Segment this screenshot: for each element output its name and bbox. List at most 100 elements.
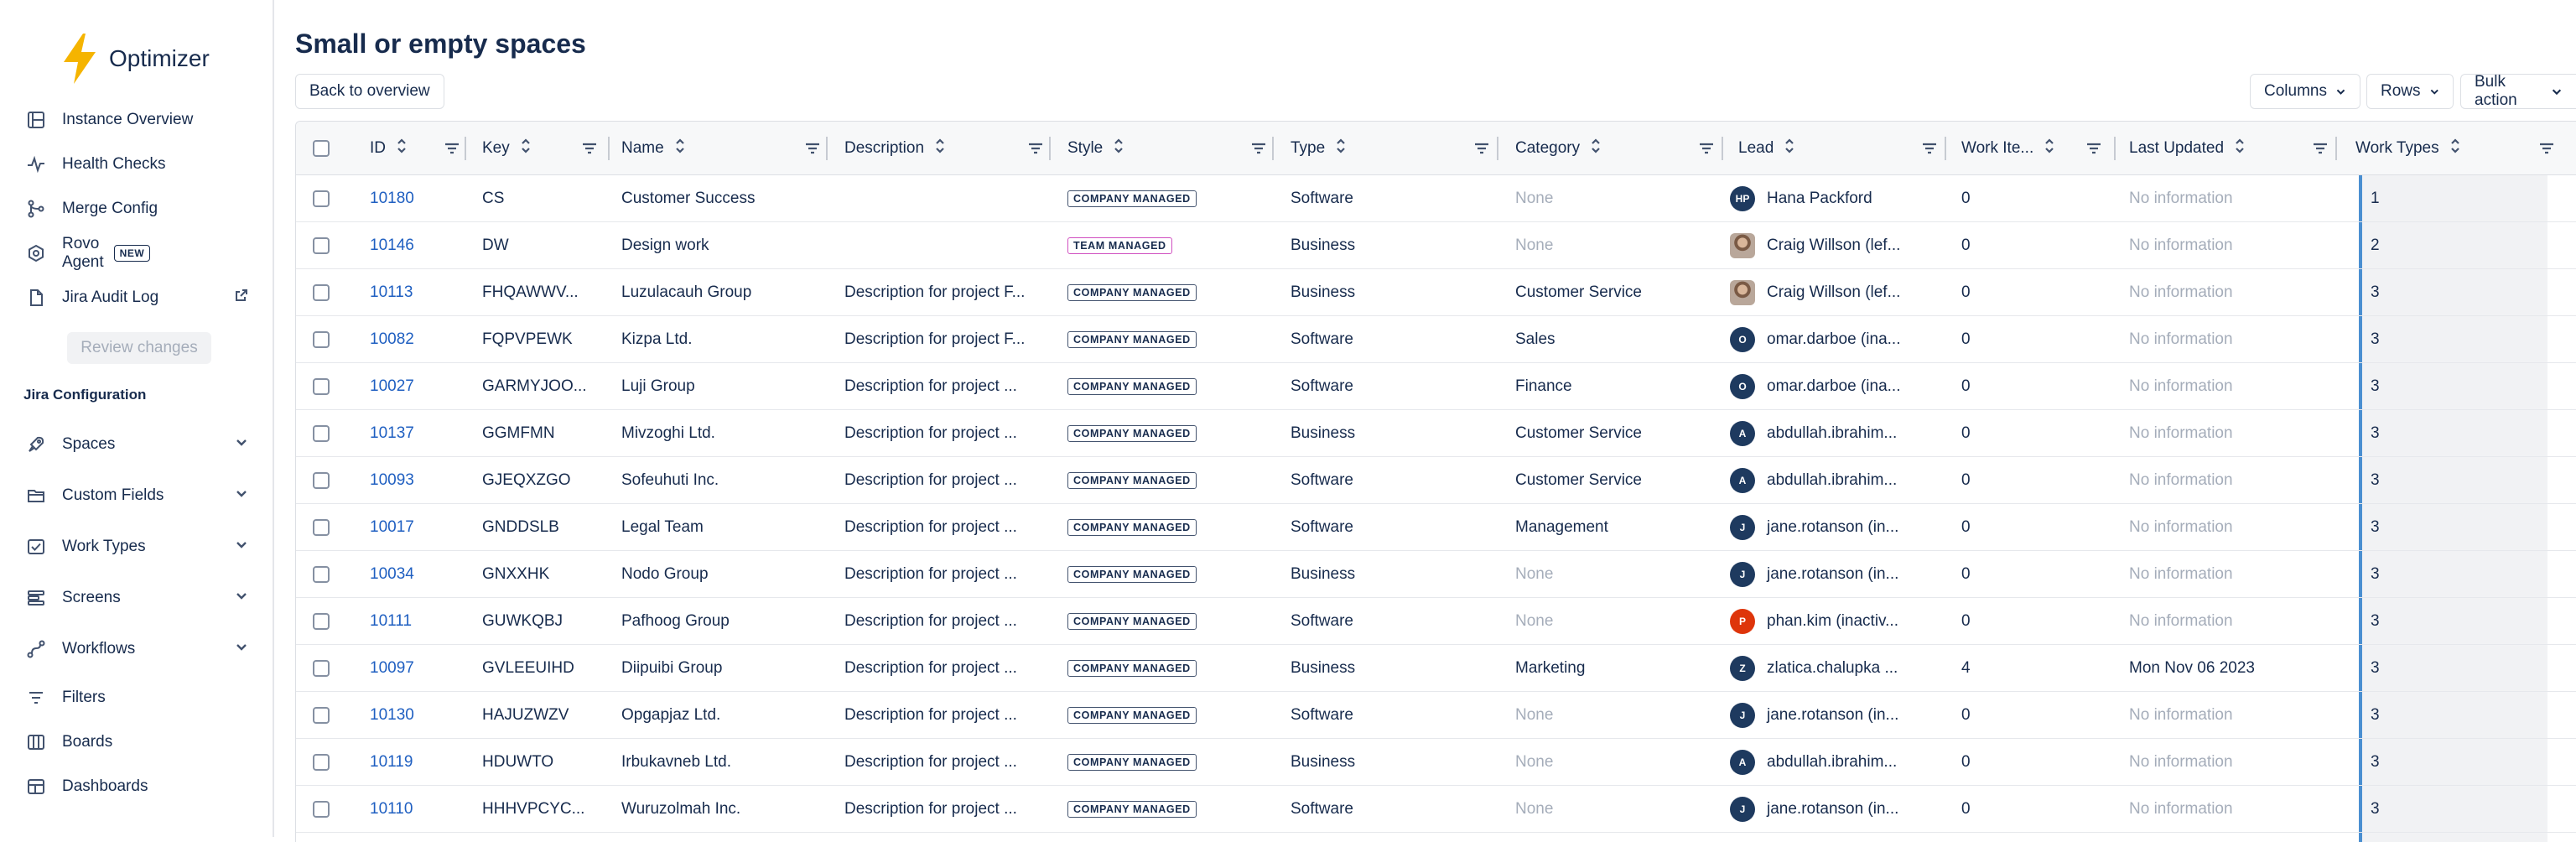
table-row[interactable]: 10180 CS Customer Success COMPANY MANAGE… bbox=[296, 175, 2576, 222]
rows-button[interactable]: Rows bbox=[2366, 74, 2454, 109]
column-separator[interactable] bbox=[1049, 137, 1051, 160]
table-row[interactable]: 10097 GVLEEUIHD Diipuibi Group Descripti… bbox=[296, 645, 2576, 692]
filter-icon[interactable] bbox=[2312, 140, 2329, 162]
table-row[interactable]: 10113 FHQAWWV... Luzulacauh Group Descri… bbox=[296, 269, 2576, 316]
column-header-lead[interactable]: Lead bbox=[1738, 122, 1948, 175]
sidebar-item-instance-overview[interactable]: Instance Overview bbox=[0, 97, 273, 142]
column-header-category[interactable]: Category bbox=[1515, 122, 1725, 175]
sidebar-item-custom-fields[interactable]: Custom Fields bbox=[0, 470, 273, 521]
sort-icon[interactable] bbox=[386, 138, 408, 159]
column-header-style[interactable]: Style bbox=[1067, 122, 1277, 175]
sort-icon[interactable] bbox=[664, 138, 686, 159]
table-row[interactable]: 10017 GNDDSLB Legal Team Description for… bbox=[296, 504, 2576, 551]
space-id-link[interactable]: 10082 bbox=[370, 316, 470, 363]
brand-logo[interactable]: Optimizer bbox=[60, 34, 210, 84]
space-id-link[interactable]: 10111 bbox=[370, 598, 470, 645]
filter-icon[interactable] bbox=[804, 140, 821, 162]
row-checkbox[interactable] bbox=[313, 519, 330, 536]
filter-icon[interactable] bbox=[2538, 140, 2555, 162]
chevron-down-icon[interactable] bbox=[234, 486, 249, 506]
sidebar-item-rovo-agent[interactable]: Rovo Agent NEW bbox=[0, 231, 273, 275]
space-id-link[interactable]: 10130 bbox=[370, 692, 470, 739]
review-changes-button[interactable]: Review changes bbox=[67, 332, 211, 364]
sort-icon[interactable] bbox=[1103, 138, 1124, 159]
sidebar-item-workflows[interactable]: Workflows bbox=[0, 623, 273, 674]
column-header-description[interactable]: Description bbox=[844, 122, 1054, 175]
sort-icon[interactable] bbox=[1325, 138, 1347, 159]
table-row[interactable]: 10137 GGMFMN Mivzoghi Ltd. Description f… bbox=[296, 410, 2576, 457]
table-row[interactable]: 10082 FQPVPEWK Kizpa Ltd. Description fo… bbox=[296, 316, 2576, 363]
column-header-type[interactable]: Type bbox=[1291, 122, 1500, 175]
filter-icon[interactable] bbox=[1921, 140, 1938, 162]
chevron-down-icon[interactable] bbox=[234, 588, 249, 608]
sidebar-item-jira-audit-log[interactable]: Jira Audit Log bbox=[0, 275, 273, 320]
sort-icon[interactable] bbox=[1580, 138, 1602, 159]
filter-icon[interactable] bbox=[1698, 140, 1715, 162]
column-separator[interactable] bbox=[2114, 137, 2116, 160]
row-checkbox[interactable] bbox=[313, 801, 330, 818]
column-header-id[interactable]: ID bbox=[370, 122, 470, 175]
chevron-down-icon[interactable] bbox=[234, 434, 249, 455]
sidebar-item-work-types[interactable]: Work Types bbox=[0, 521, 273, 572]
bulk-action-button[interactable]: Bulk action bbox=[2460, 73, 2576, 109]
column-separator[interactable] bbox=[1945, 137, 1946, 160]
row-checkbox[interactable] bbox=[313, 284, 330, 301]
space-id-link[interactable]: 10034 bbox=[370, 551, 470, 598]
filter-icon[interactable] bbox=[2085, 140, 2102, 162]
column-separator[interactable] bbox=[608, 137, 610, 160]
row-checkbox[interactable] bbox=[313, 190, 330, 207]
column-separator[interactable] bbox=[2335, 137, 2337, 160]
sidebar-item-merge-config[interactable]: Merge Config bbox=[0, 186, 273, 231]
sidebar-item-boards[interactable]: Boards bbox=[0, 720, 273, 764]
space-id-link[interactable]: 10113 bbox=[370, 269, 470, 316]
sort-icon[interactable] bbox=[510, 138, 532, 159]
table-row[interactable]: 10146 DW Design work TEAM MANAGED Busine… bbox=[296, 222, 2576, 269]
row-checkbox[interactable] bbox=[313, 237, 330, 254]
row-checkbox[interactable] bbox=[313, 425, 330, 442]
filter-icon[interactable] bbox=[444, 140, 460, 162]
sort-icon[interactable] bbox=[1774, 138, 1795, 159]
row-checkbox[interactable] bbox=[313, 472, 330, 489]
space-id-link[interactable]: 10017 bbox=[370, 504, 470, 551]
space-id-link[interactable]: 10027 bbox=[370, 363, 470, 410]
filter-icon[interactable] bbox=[1473, 140, 1490, 162]
column-header-key[interactable]: Key bbox=[482, 122, 608, 175]
row-checkbox[interactable] bbox=[313, 613, 330, 630]
filter-icon[interactable] bbox=[581, 140, 598, 162]
sidebar-item-filters[interactable]: Filters bbox=[0, 675, 273, 720]
sidebar-item-health-checks[interactable]: Health Checks bbox=[0, 142, 273, 186]
column-separator[interactable] bbox=[1722, 137, 1723, 160]
table-row[interactable]: 10119 HDUWTO Irbukavneb Ltd. Description… bbox=[296, 739, 2576, 786]
column-header-last-updated[interactable]: Last Updated bbox=[2129, 122, 2339, 175]
sort-icon[interactable] bbox=[2439, 138, 2461, 159]
space-id-link[interactable]: 10146 bbox=[370, 222, 470, 269]
sidebar-item-screens[interactable]: Screens bbox=[0, 572, 273, 623]
column-separator[interactable] bbox=[465, 137, 466, 160]
space-id-link[interactable]: 10110 bbox=[370, 786, 470, 833]
table-row[interactable]: 10034 GNXXHK Nodo Group Description for … bbox=[296, 551, 2576, 598]
space-id-link[interactable]: 10093 bbox=[370, 457, 470, 504]
row-checkbox[interactable] bbox=[313, 378, 330, 395]
table-row[interactable]: 10111 GUWKQBJ Pafhoog Group Description … bbox=[296, 598, 2576, 645]
sort-icon[interactable] bbox=[2033, 138, 2055, 159]
sort-icon[interactable] bbox=[924, 138, 946, 159]
column-header-name[interactable]: Name bbox=[621, 122, 831, 175]
space-id-link[interactable]: 10097 bbox=[370, 645, 470, 692]
sidebar-item-dashboards[interactable]: Dashboards bbox=[0, 764, 273, 808]
table-row[interactable]: 10110 HHHVPCYC... Wuruzolmah Inc. Descri… bbox=[296, 786, 2576, 833]
row-checkbox[interactable] bbox=[313, 331, 330, 348]
column-separator[interactable] bbox=[1272, 137, 1274, 160]
column-separator[interactable] bbox=[826, 137, 828, 160]
row-checkbox[interactable] bbox=[313, 707, 330, 724]
filter-icon[interactable] bbox=[1027, 140, 1044, 162]
select-all-checkbox[interactable] bbox=[313, 140, 330, 157]
column-separator[interactable] bbox=[1497, 137, 1498, 160]
row-checkbox[interactable] bbox=[313, 754, 330, 771]
back-to-overview-button[interactable]: Back to overview bbox=[295, 74, 444, 109]
filter-icon[interactable] bbox=[1250, 140, 1267, 162]
table-row[interactable]: 10027 GARMYJOO... Luji Group Description… bbox=[296, 363, 2576, 410]
column-header-work-items[interactable]: Work Ite... bbox=[1961, 122, 2112, 175]
space-id-link[interactable]: 10137 bbox=[370, 410, 470, 457]
table-row[interactable]: 10130 HAJUZWZV Opgapjaz Ltd. Description… bbox=[296, 692, 2576, 739]
chevron-down-icon[interactable] bbox=[234, 639, 249, 659]
